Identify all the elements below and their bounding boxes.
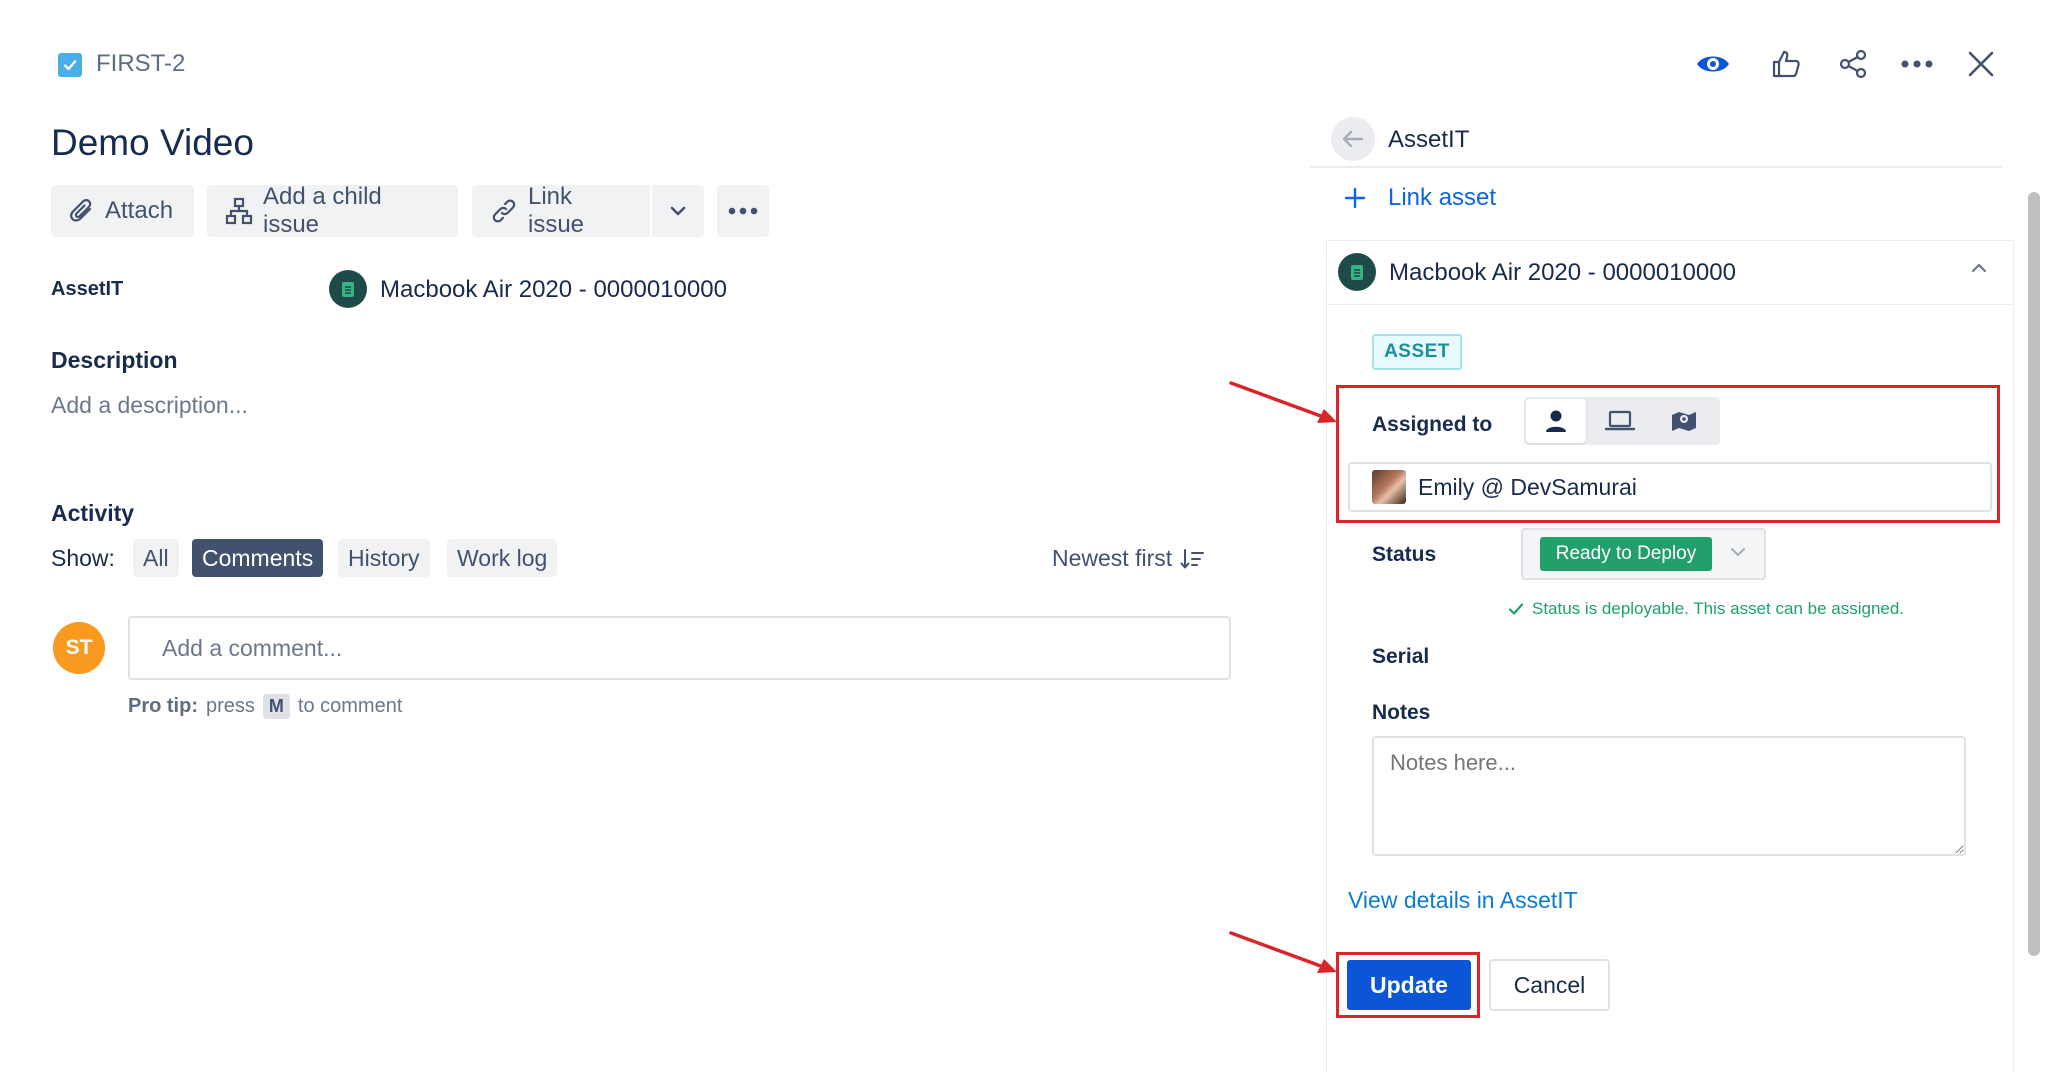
plus-icon	[1344, 187, 1366, 209]
chevron-up-icon[interactable]	[1970, 262, 1988, 274]
user-avatar: ST	[53, 622, 105, 674]
serial-label: Serial	[1372, 645, 1430, 668]
asset-avatar-icon	[329, 270, 367, 308]
notes-label: Notes	[1372, 701, 1431, 724]
issue-type-checkbox-icon	[58, 53, 82, 77]
card-header-divider	[1326, 304, 2014, 305]
assetit-field-label: AssetIT	[51, 278, 124, 300]
status-lozenge: Ready to Deploy	[1540, 537, 1712, 571]
paperclip-icon	[69, 197, 95, 225]
asset-avatar-icon	[1338, 253, 1376, 291]
asset-type-badge: ASSET	[1372, 334, 1462, 370]
hierarchy-icon	[225, 197, 253, 225]
attach-button[interactable]: Attach	[51, 185, 194, 237]
panel-scrollbar[interactable]	[2028, 192, 2040, 956]
pro-tip: Pro tip: press M to comment	[128, 694, 402, 719]
close-icon[interactable]	[1961, 44, 2001, 84]
annotation-arrow-icon	[1229, 381, 1337, 423]
more-icon[interactable]	[1897, 44, 1937, 84]
link-issue-label: Link issue	[528, 183, 585, 238]
add-child-label: Add a child issue	[263, 183, 382, 238]
notes-textarea[interactable]	[1372, 736, 1966, 856]
add-child-issue-button[interactable]: Add a child issue	[207, 183, 458, 238]
filter-all[interactable]: All	[133, 539, 179, 577]
share-icon[interactable]	[1833, 44, 1873, 84]
pro-tip-press: press	[206, 695, 255, 717]
filter-history[interactable]: History	[338, 539, 430, 577]
status-note-text: Status is deployable. This asset can be …	[1532, 599, 1905, 618]
link-issue-dropdown-button[interactable]	[652, 185, 704, 237]
issue-key-link[interactable]: FIRST-2	[96, 50, 185, 78]
chevron-down-icon	[670, 206, 686, 216]
status-validation-message: Status is deployable. This asset can be …	[1508, 599, 1904, 619]
link-asset-button[interactable]: Link asset	[1344, 184, 1496, 212]
panel-divider	[1310, 166, 2002, 168]
panel-title: AssetIT	[1388, 126, 1470, 153]
check-icon	[1508, 602, 1524, 616]
filter-work-log[interactable]: Work log	[447, 539, 558, 577]
description-input[interactable]: Add a description...	[51, 392, 248, 419]
attach-label: Attach	[105, 197, 174, 224]
annotation-arrow-icon	[1229, 931, 1337, 973]
arrow-left-icon	[1342, 130, 1364, 148]
cancel-button[interactable]: Cancel	[1489, 959, 1610, 1011]
comment-input[interactable]: Add a comment...	[128, 616, 1231, 680]
status-label: Status	[1372, 543, 1437, 566]
issue-title[interactable]: Demo Video	[51, 122, 254, 164]
asset-card-title: Macbook Air 2020 - 0000010000	[1389, 259, 1736, 286]
activity-heading: Activity	[51, 500, 135, 526]
pro-tip-label: Pro tip:	[128, 695, 198, 717]
link-issue-button[interactable]: Link issue	[472, 183, 650, 238]
more-actions-button[interactable]	[717, 185, 769, 237]
view-details-link[interactable]: View details in AssetIT	[1348, 887, 1578, 914]
chevron-down-icon[interactable]	[1730, 547, 1746, 557]
sort-label: Newest first	[1052, 545, 1173, 571]
shortcut-key: M	[262, 694, 290, 719]
sort-descending-icon	[1180, 548, 1205, 570]
pro-tip-tail: to comment	[297, 695, 403, 717]
show-label: Show:	[51, 545, 115, 571]
more-icon	[728, 207, 758, 215]
sort-newest-first[interactable]: Newest first	[1052, 545, 1205, 572]
link-asset-label: Link asset	[1388, 184, 1497, 211]
update-highlight-box	[1336, 952, 1480, 1018]
description-heading: Description	[51, 347, 178, 373]
filter-comments[interactable]: Comments	[192, 539, 324, 577]
asset-field-value[interactable]: Macbook Air 2020 - 0000010000	[380, 276, 727, 304]
back-button[interactable]	[1331, 117, 1375, 161]
assigned-highlight-box	[1336, 385, 2000, 523]
thumbs-up-icon[interactable]	[1766, 44, 1806, 84]
eye-icon[interactable]	[1693, 44, 1733, 84]
link-icon	[490, 197, 518, 225]
